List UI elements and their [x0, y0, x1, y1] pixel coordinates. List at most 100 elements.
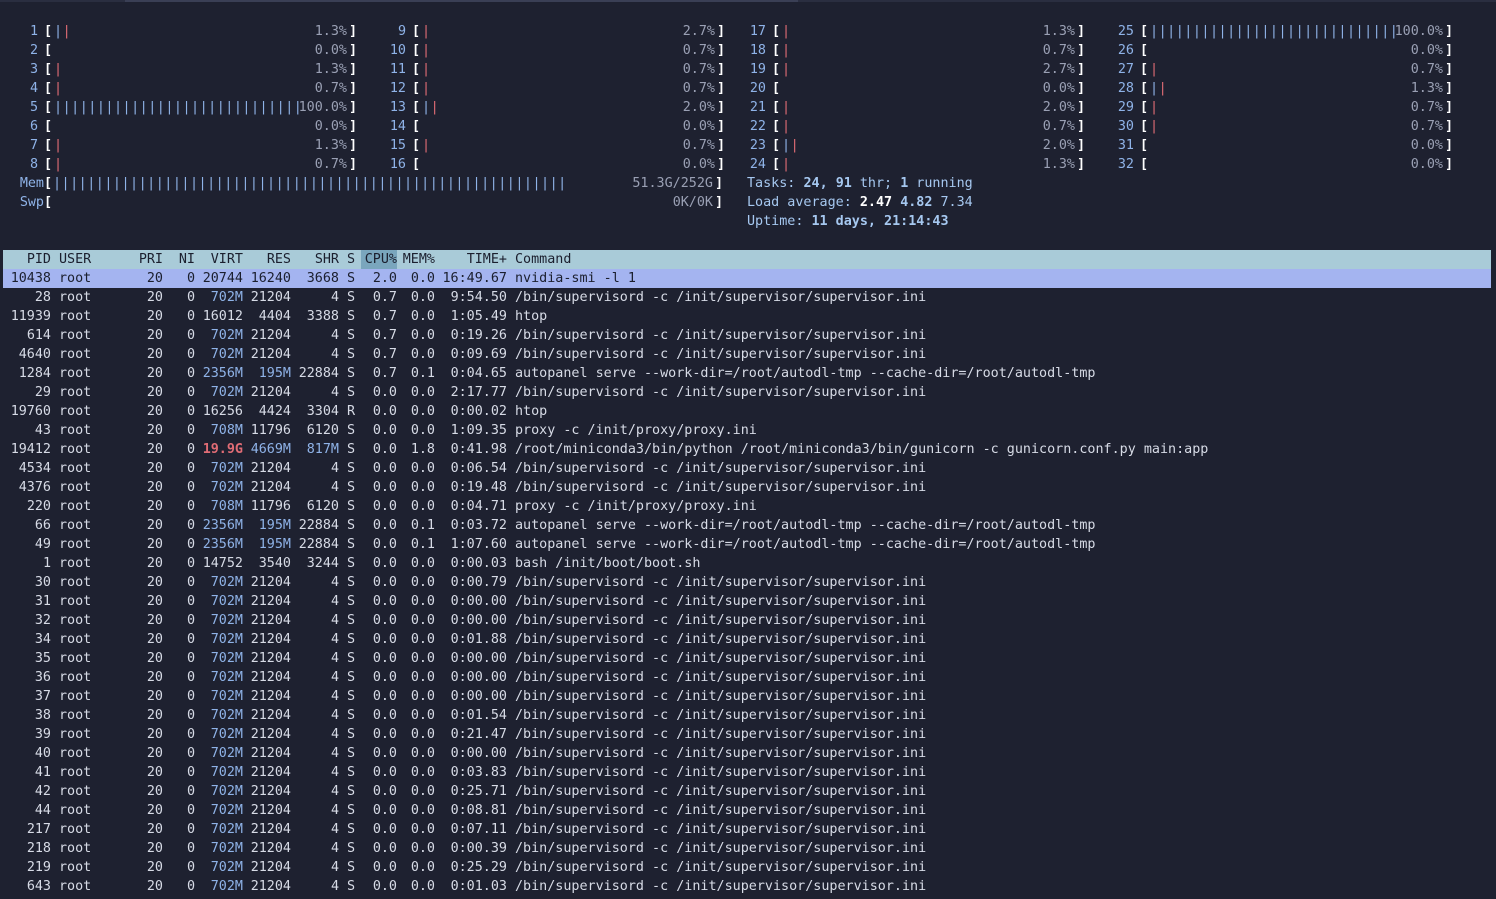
cpu-meter-30[interactable]: 30 [| 0.7%] [1108, 117, 1453, 136]
process-row[interactable]: 31 root 20 0 702M 21204 4 S 0.0 0.0 0:00.00/bin/su… [3, 592, 1491, 611]
cpu-meter-28[interactable]: 28 [|| 1.3%] [1108, 79, 1453, 98]
column-command[interactable]: Command [515, 250, 1485, 269]
process-row[interactable]: 19760 root 20 0 16256 4424 3304 R 0.0 0.0 0:00.02 h… [3, 402, 1491, 421]
process-row[interactable]: 218 root 20 0 702M 21204 4 S 0.0 0.0 0:00.39/bin/s… [3, 839, 1491, 858]
cell-s: S [347, 309, 356, 324]
cpu-meter-29[interactable]: 29 [| 0.7%] [1108, 98, 1453, 117]
column-time[interactable]: TIME+ [439, 250, 507, 269]
cpu-meter-18[interactable]: 18 [| 0.7%] [740, 41, 1085, 60]
cpu-meter-22[interactable]: 22 [| 0.7%] [740, 117, 1085, 136]
cell-ni: 0 [186, 385, 195, 400]
process-row[interactable]: 4376 root 20 0 702M 21204 4 S 0.0 0.0 0:19.48/bin/… [3, 478, 1491, 497]
cell-s: S [347, 670, 356, 685]
cpu-meter-19[interactable]: 19 [| 2.7%] [740, 60, 1085, 79]
column-shr[interactable]: SHR [295, 250, 339, 269]
cell-user: root [59, 328, 92, 343]
cpu-meter-3[interactable]: 3 [| 1.3%] [12, 60, 357, 79]
cpu-usage-bar: | [782, 100, 791, 115]
cpu-meter-24[interactable]: 24 [| 1.3%] [740, 155, 1085, 174]
column-mem[interactable]: MEM% [401, 250, 435, 269]
cell-s: S [347, 271, 356, 286]
cell-cpu: 0.0 [372, 594, 397, 609]
process-row[interactable]: 32 root 20 0 702M 21204 4 S 0.0 0.0 0:00.00/bin/su… [3, 611, 1491, 630]
process-row-selected[interactable]: 10438 root 20 0 20744 16240 3668 S 2.0 0.0 16:49.6… [3, 269, 1491, 288]
process-row[interactable]: 1 root 20 0 14752 3540 3244 S 0.0 0.0 0:00.03 bash … [3, 554, 1491, 573]
process-row[interactable]: 38 root 20 0 702M 21204 4 S 0.0 0.0 0:01.54/bin/su… [3, 706, 1491, 725]
column-virt[interactable]: VIRT [199, 250, 243, 269]
process-row[interactable]: 41 root 20 0 702M 21204 4 S 0.0 0.0 0:03.83/bin/su… [3, 763, 1491, 782]
column-ni[interactable]: NI [167, 250, 195, 269]
cpu-meter-1[interactable]: 1 [|| 1.3%] [12, 22, 357, 41]
process-row[interactable]: 37 root 20 0 702M 21204 4 S 0.0 0.0 0:00.00/bin/su… [3, 687, 1491, 706]
process-row[interactable]: 19412 root 20 0 19.9G 4669M 817M S 0.0 1.8 0:41.98… [3, 440, 1491, 459]
cpu-percent: 100.0% [1394, 24, 1443, 39]
process-row[interactable]: 11939 root 20 0 16012 4404 3388 S 0.7 0.0 1:05.49 h… [3, 307, 1491, 326]
cpu-meter-13[interactable]: 13 [|| 2.0%] [380, 98, 725, 117]
cpu-meter-16[interactable]: 16 [0.0%] [380, 155, 725, 174]
cpu-meter-17[interactable]: 17 [| 1.3%] [740, 22, 1085, 41]
meter-close-bracket: ] [1444, 138, 1453, 153]
process-row[interactable]: 44 root 20 0 702M 21204 4 S 0.0 0.0 0:08.81/bin/su… [3, 801, 1491, 820]
process-row[interactable]: 42 root 20 0 702M 21204 4 S 0.0 0.0 0:25.71/bin/su… [3, 782, 1491, 801]
cell-shr: 3304 [306, 404, 339, 419]
process-row[interactable]: 643 root 20 0 702M 21204 4 S 0.0 0.0 0:01.03/bin/s… [3, 877, 1491, 896]
process-row[interactable]: 1284 root 20 0 2356M 195M 22884 S 0.7 0.1 0:04.65 a… [3, 364, 1491, 383]
cpu-meter-4[interactable]: 4 [| 0.7%] [12, 79, 357, 98]
cpu-meter-15[interactable]: 15 [| 0.7%] [380, 136, 725, 155]
process-row[interactable]: 34 root 20 0 702M 21204 4 S 0.0 0.0 0:01.88/bin/su… [3, 630, 1491, 649]
cpu-meter-31[interactable]: 31 [0.0%] [1108, 136, 1453, 155]
cpu-meter-6[interactable]: 6 [0.0%] [12, 117, 357, 136]
terminal-tab[interactable] [125, 0, 798, 2]
process-row[interactable]: 28 root 20 0 702M 21204 4 S 0.7 0.0 9:54.50/bin/su… [3, 288, 1491, 307]
process-row[interactable]: 36 root 20 0 702M 21204 4 S 0.0 0.0 0:00.00/bin/su… [3, 668, 1491, 687]
cpu-meter-5[interactable]: 5 [||||||||||||||||||||||||||||||||||||||… [12, 98, 357, 117]
cpu-percent: 1.3% [314, 138, 347, 153]
cell-time: 0:01.88 [450, 632, 507, 647]
column-user[interactable]: USER [59, 250, 119, 269]
cpu-meter-2[interactable]: 2 [0.0%] [12, 41, 357, 60]
cpu-meter-8[interactable]: 8 [| 0.7%] [12, 155, 357, 174]
cpu-meter-10[interactable]: 10 [| 0.7%] [380, 41, 725, 60]
cpu-meter-14[interactable]: 14 [0.0%] [380, 117, 725, 136]
process-row[interactable]: 66 root 20 0 2356M 195M 22884 S 0.0 0.1 0:03.72 aut… [3, 516, 1491, 535]
cpu-meter-25[interactable]: 25 [|||||||||||||||||||||||||||||||||||||… [1108, 22, 1453, 41]
cpu-meter-12[interactable]: 12 [| 0.7%] [380, 79, 725, 98]
cell-ni: 0 [186, 347, 195, 362]
process-row[interactable]: 220 root 20 0 708M 11796 6120 S 0.0 0.0 0:04.71 pro… [3, 497, 1491, 516]
cell-mem: 0.0 [410, 290, 435, 305]
cell-res: 11796 [250, 499, 291, 514]
process-row[interactable]: 40 root 20 0 702M 21204 4 S 0.0 0.0 0:00.00/bin/su… [3, 744, 1491, 763]
column-cpu[interactable]: CPU% [361, 250, 397, 269]
process-row[interactable]: 49 root 20 0 2356M 195M 22884 S 0.0 0.1 1:07.60 aut… [3, 535, 1491, 554]
process-row[interactable]: 614 root 20 0 702M 21204 4 S 0.7 0.0 0:19.26/bin/s… [3, 326, 1491, 345]
cpu-meter-11[interactable]: 11 [| 0.7%] [380, 60, 725, 79]
cpu-meter-20[interactable]: 20 [0.0%] [740, 79, 1085, 98]
cpu-meter-23[interactable]: 23 [|| 2.0%] [740, 136, 1085, 155]
process-row[interactable]: 39 root 20 0 702M 21204 4 S 0.0 0.0 0:21.47/bin/su… [3, 725, 1491, 744]
column-res[interactable]: RES [247, 250, 291, 269]
process-row[interactable]: 43 root 20 0 708M 11796 6120 S 0.0 0.0 1:09.35 prox… [3, 421, 1491, 440]
process-row[interactable]: 35 root 20 0 702M 21204 4 S 0.0 0.0 0:00.00/bin/su… [3, 649, 1491, 668]
process-row[interactable]: 4534 root 20 0 702M 21204 4 S 0.0 0.0 0:06.54/bin/… [3, 459, 1491, 478]
process-row[interactable]: 29 root 20 0 702M 21204 4 S 0.0 0.0 2:17.77/bin/su… [3, 383, 1491, 402]
process-row[interactable]: 217 root 20 0 702M 21204 4 S 0.0 0.0 0:07.11/bin/s… [3, 820, 1491, 839]
column-state[interactable]: S [347, 250, 357, 269]
cpu-meter-7[interactable]: 7 [| 1.3%] [12, 136, 357, 155]
cpu-meter-32[interactable]: 32 [0.0%] [1108, 155, 1453, 174]
meter-open-bracket: [ [44, 81, 53, 96]
cell-shr: 4 [330, 765, 339, 780]
cell-pri: 20 [146, 765, 163, 780]
meter-close-bracket: ] [348, 119, 357, 134]
cell-cpu: 0.7 [372, 366, 397, 381]
process-row[interactable]: 219 root 20 0 702M 21204 4 S 0.0 0.0 0:25.29/bin/s… [3, 858, 1491, 877]
cpu-meter-9[interactable]: 9 [| 2.7%] [380, 22, 725, 41]
meter-open-bracket: [ [772, 119, 781, 134]
process-row[interactable]: 4640 root 20 0 702M 21204 4 S 0.7 0.0 0:09.69/bin/… [3, 345, 1491, 364]
cpu-meter-26[interactable]: 26 [0.0%] [1108, 41, 1453, 60]
cpu-meter-21[interactable]: 21 [| 2.0%] [740, 98, 1085, 117]
cell-cpu: 0.0 [372, 651, 397, 666]
process-row[interactable]: 30 root 20 0 702M 21204 4 S 0.0 0.0 0:00.79/bin/su… [3, 573, 1491, 592]
column-pid[interactable]: PID [3, 250, 51, 269]
column-pri[interactable]: PRI [119, 250, 163, 269]
cpu-meter-27[interactable]: 27 [| 0.7%] [1108, 60, 1453, 79]
